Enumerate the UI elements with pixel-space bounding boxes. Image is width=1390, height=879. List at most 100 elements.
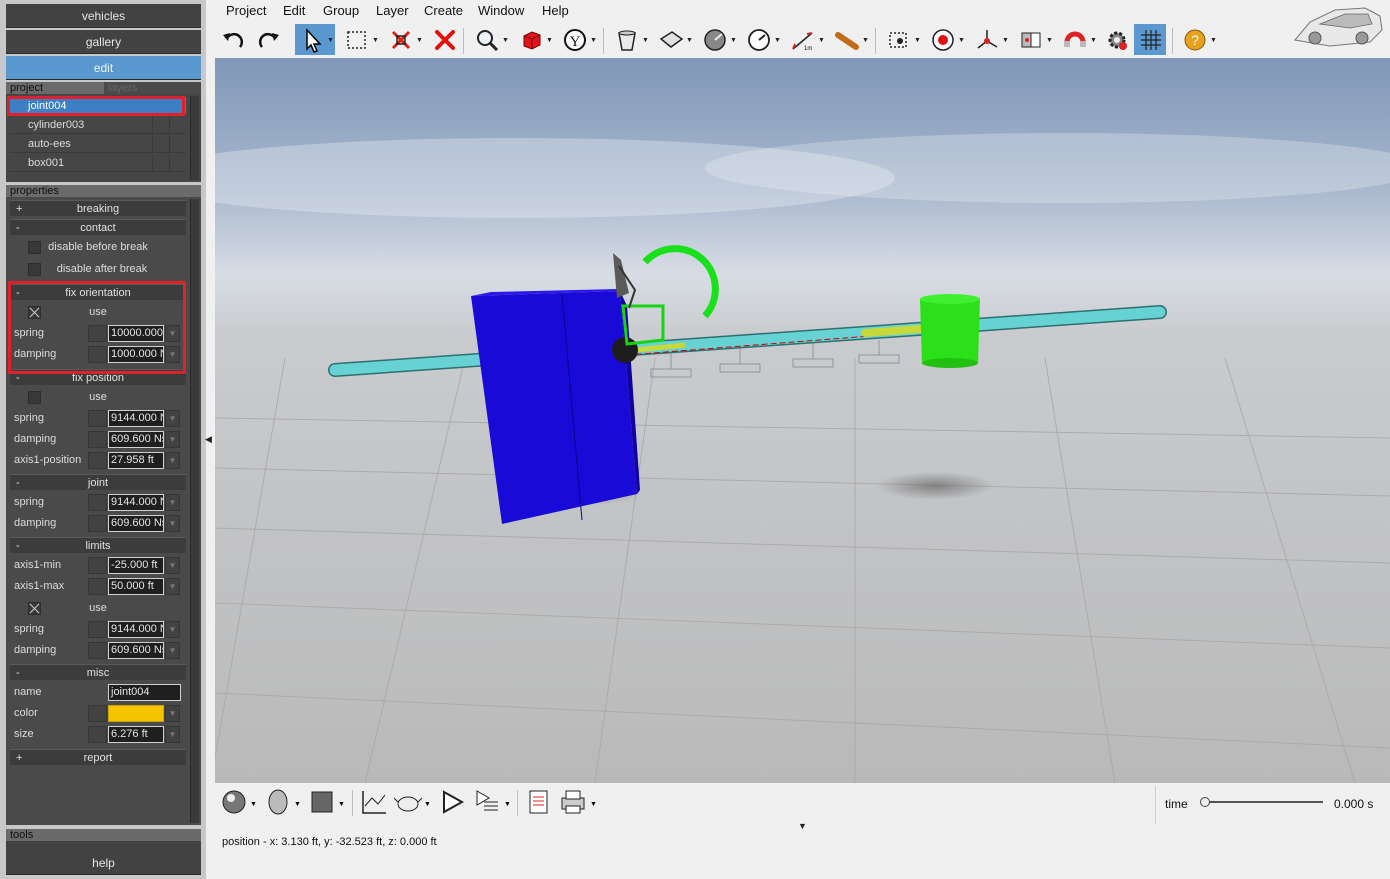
group-limits[interactable]: - limits bbox=[10, 537, 186, 553]
edit-button[interactable]: edit bbox=[6, 56, 201, 80]
axis1-max-field[interactable]: 50.000 ft bbox=[108, 578, 164, 595]
y-axis-button[interactable]: Y ▼ bbox=[558, 24, 598, 55]
group-label: breaking bbox=[76, 203, 120, 215]
name-field[interactable]: joint004 bbox=[108, 684, 181, 701]
tree-scrollbar[interactable] bbox=[190, 96, 199, 180]
shading-button[interactable]: ▼ bbox=[222, 786, 258, 818]
3d-viewport[interactable] bbox=[215, 58, 1390, 783]
spin-icon[interactable]: ▼ bbox=[165, 410, 180, 427]
delete-button[interactable] bbox=[428, 24, 468, 55]
axes-button[interactable]: ▼ bbox=[970, 24, 1010, 55]
group-report[interactable]: + report bbox=[10, 749, 186, 765]
teapot-icon: ▼ bbox=[393, 796, 431, 812]
spin-icon[interactable]: ▼ bbox=[165, 431, 180, 448]
limits-spring-field[interactable]: 9144.000 N bbox=[108, 621, 164, 638]
measure-button[interactable]: 1m ▼ bbox=[786, 24, 826, 55]
redo-button[interactable] bbox=[252, 24, 292, 55]
undo-button[interactable] bbox=[216, 24, 256, 55]
group-label: report bbox=[83, 752, 113, 764]
step-play-button[interactable]: ▼ bbox=[474, 786, 511, 818]
disable-before-break-label: disable before break bbox=[48, 241, 148, 253]
tab-layers[interactable]: layers bbox=[104, 82, 201, 94]
disk-button[interactable]: ▼ bbox=[698, 24, 738, 55]
menu-group[interactable]: Group bbox=[323, 3, 359, 18]
tree-item-label: auto-ees bbox=[28, 138, 71, 150]
menu-help[interactable]: Help bbox=[542, 3, 569, 18]
tree-item-label: cylinder003 bbox=[28, 119, 85, 131]
zoom-button[interactable]: ▼ bbox=[470, 24, 510, 55]
spin-icon[interactable]: ▼ bbox=[165, 557, 180, 574]
limits-damping-field[interactable]: 609.600 Ns bbox=[108, 642, 164, 659]
bucket-button[interactable]: ▼ bbox=[610, 24, 650, 55]
color-mode-button[interactable]: ▼ bbox=[310, 786, 346, 818]
switch-button[interactable]: ▼ bbox=[1014, 24, 1054, 55]
graph-icon bbox=[362, 791, 386, 814]
spin-icon[interactable]: ▼ bbox=[165, 515, 180, 532]
target-box-button[interactable]: ▼ bbox=[882, 24, 922, 55]
tree-item-auto-ees[interactable]: auto-ees bbox=[10, 135, 186, 153]
time-slider-handle[interactable] bbox=[1200, 797, 1210, 807]
grid-toggle-button[interactable] bbox=[1134, 24, 1166, 55]
disable-after-break-label: disable after break bbox=[56, 263, 148, 275]
spin-icon[interactable]: ▼ bbox=[165, 578, 180, 595]
sausage-button[interactable]: ▼ bbox=[830, 24, 870, 55]
magnet-button[interactable]: ▼ bbox=[1058, 24, 1098, 55]
help-button[interactable]: help bbox=[6, 851, 201, 875]
scene-canvas[interactable] bbox=[215, 58, 1390, 783]
tree-item-cylinder003[interactable]: cylinder003 bbox=[10, 116, 186, 134]
spin-icon[interactable]: ▼ bbox=[165, 642, 180, 659]
properties-header: properties bbox=[6, 185, 201, 197]
head-view-button[interactable]: ▼ bbox=[266, 786, 302, 818]
cylinder003[interactable] bbox=[920, 299, 980, 364]
teapot-button[interactable]: ▼ bbox=[393, 786, 431, 818]
menu-project[interactable]: Project bbox=[226, 3, 266, 18]
size-field[interactable]: 6.276 ft bbox=[108, 726, 164, 743]
vehicles-button[interactable]: vehicles bbox=[6, 4, 201, 28]
collapse-panel-icon[interactable]: ◀ bbox=[205, 434, 212, 445]
select-box-button[interactable]: ▼ bbox=[340, 24, 380, 55]
group-joint[interactable]: - joint bbox=[10, 474, 186, 490]
tools-header[interactable]: tools bbox=[6, 829, 201, 841]
spin-icon[interactable]: ▼ bbox=[165, 452, 180, 469]
group-misc[interactable]: - misc bbox=[10, 664, 186, 680]
axis1-position-field[interactable]: 27.958 ft bbox=[108, 452, 164, 469]
joint-damping-field[interactable]: 609.600 Ns bbox=[108, 515, 164, 532]
properties-scrollbar[interactable] bbox=[190, 199, 199, 823]
joint004[interactable] bbox=[612, 337, 638, 363]
status-position: position - x: 3.130 ft, y: -32.523 ft, z… bbox=[222, 836, 437, 848]
spin-icon[interactable]: ▼ bbox=[165, 705, 180, 722]
gear-icon bbox=[1108, 31, 1127, 50]
cut-joint-button[interactable]: ▼ bbox=[384, 24, 424, 55]
svg-text:?: ? bbox=[1191, 32, 1199, 48]
select-tool-button[interactable]: ▼ bbox=[295, 24, 335, 55]
spin-icon[interactable]: ▼ bbox=[165, 494, 180, 511]
menu-edit[interactable]: Edit bbox=[283, 3, 305, 18]
tree-item-box001[interactable]: box001 bbox=[10, 154, 186, 172]
help-tool-button[interactable]: ? ▼ bbox=[1178, 24, 1218, 55]
spin-icon[interactable]: ▼ bbox=[165, 621, 180, 638]
create-box-button[interactable]: ▼ bbox=[514, 24, 554, 55]
gallery-button[interactable]: gallery bbox=[6, 30, 201, 54]
graph-button[interactable] bbox=[360, 786, 390, 818]
menu-window[interactable]: Window bbox=[478, 3, 524, 18]
color-swatch[interactable] bbox=[108, 705, 164, 722]
print-button[interactable]: ▼ bbox=[560, 786, 597, 818]
time-slider-track[interactable] bbox=[1204, 801, 1323, 803]
report-button[interactable] bbox=[526, 786, 552, 818]
limits-damping-row: damping 609.600 Ns ▼ bbox=[10, 640, 186, 661]
fix-position-spring-field[interactable]: 9144.000 N bbox=[108, 410, 164, 427]
fix-position-damping-field[interactable]: 609.600 Ns bbox=[108, 431, 164, 448]
spin-icon[interactable]: ▼ bbox=[165, 726, 180, 743]
group-breaking[interactable]: + breaking bbox=[10, 200, 186, 216]
menu-create[interactable]: Create bbox=[424, 3, 463, 18]
axis1-min-field[interactable]: -25.000 ft bbox=[108, 557, 164, 574]
tab-project[interactable]: project bbox=[6, 82, 104, 94]
plane-button[interactable]: ▼ bbox=[654, 24, 694, 55]
record-button[interactable]: ▼ bbox=[926, 24, 966, 55]
joint-spring-field[interactable]: 9144.000 N bbox=[108, 494, 164, 511]
expand-panel-icon[interactable]: ▼ bbox=[798, 821, 807, 831]
menu-layer[interactable]: Layer bbox=[376, 3, 409, 18]
gauge-button[interactable]: ▼ bbox=[742, 24, 782, 55]
group-contact[interactable]: - contact bbox=[10, 219, 186, 235]
play-button[interactable] bbox=[440, 786, 466, 818]
